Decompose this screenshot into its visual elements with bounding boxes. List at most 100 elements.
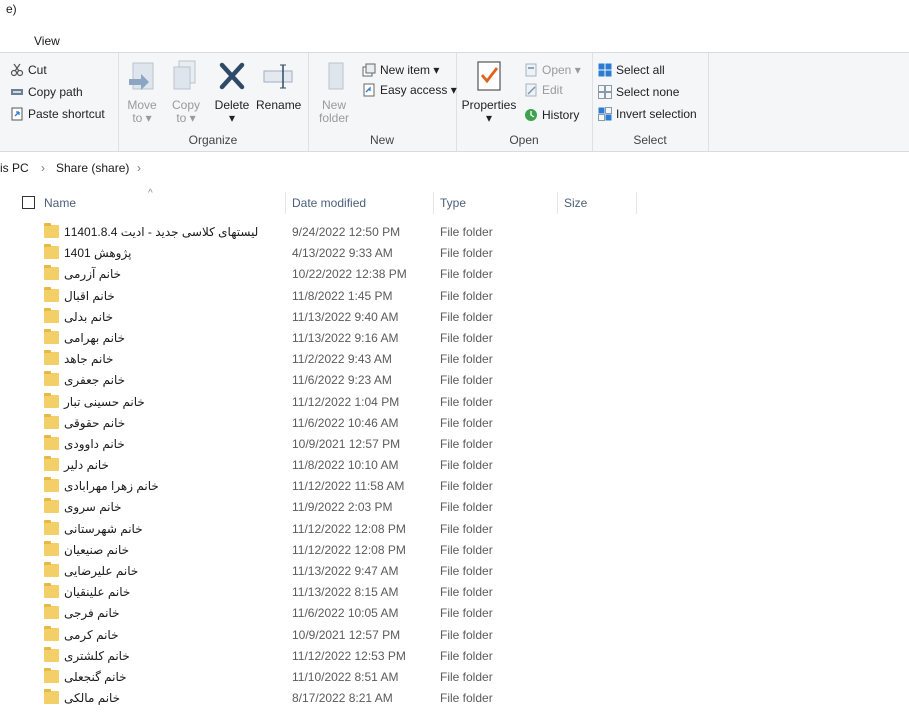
file-row[interactable]: خانم حسینی تبار 11/12/2022 1:04 PM File fo… [0,392,909,413]
file-type: File folder [440,267,493,282]
file-row[interactable]: خانم جاهد 11/2/2022 9:43 AM File folder [0,349,909,370]
file-row[interactable]: خانم گنجعلی 11/10/2022 8:51 AM File folder [0,667,909,688]
file-row[interactable]: خانم آزرمی 10/22/2022 12:38 PM File folder [0,264,909,285]
file-name: خانم زهرا مهرابادی [64,479,159,494]
paste-shortcut-icon [10,107,24,121]
file-row[interactable]: خانم صنیعیان 11/12/2022 12:08 PM File fold… [0,540,909,561]
file-date-modified: 11/13/2022 9:16 AM [292,330,399,345]
column-divider[interactable] [636,192,637,214]
file-row[interactable]: خانم علینقیان 11/13/2022 8:15 AM File fold… [0,582,909,603]
rename-label: Rename [256,98,302,112]
new-folder-icon [317,57,351,95]
column-size[interactable]: Size [564,196,587,210]
delete-button[interactable]: Delete ▾ [210,57,254,125]
breadcrumb-separator[interactable]: › [41,161,45,175]
cut-button[interactable]: Cut [10,61,47,79]
paste-shortcut-button[interactable]: Paste shortcut [10,105,105,123]
copy-path-button[interactable]: Copy path [10,83,83,101]
folder-icon [44,583,59,599]
folder-icon [44,498,59,514]
file-row[interactable]: خانم حقوقی 11/6/2022 10:46 AM File folder [0,413,909,434]
file-row[interactable]: 1لیستهای کلاسی جدید - ادیت 1401.8.4 9/24/… [0,222,909,243]
address-bar[interactable]: is PC › Share (share) › [0,158,909,178]
file-date-modified: 11/13/2022 9:47 AM [292,564,399,578]
breadcrumb-share[interactable]: Share (share) [56,161,129,175]
new-folder-button[interactable]: New folder [312,57,356,125]
file-name: خانم حسینی تبار [64,394,145,409]
rename-button[interactable]: Rename [256,57,302,112]
file-row[interactable]: خانم کرمی 10/9/2021 12:57 PM File folder [0,625,909,646]
file-row[interactable]: خانم دلیر 11/8/2022 10:10 AM File folder [0,455,909,476]
file-date-modified: 8/17/2022 8:21 AM [292,691,393,706]
open-button[interactable]: Open ▾ [524,61,581,79]
move-to-line2: to ▾ [132,111,152,125]
group-new: New folder New item ▾ Easy access ▾ New [308,53,457,151]
file-row[interactable]: خانم اقبال 11/8/2022 1:45 PM File folder [0,286,909,307]
folder-icon [44,328,59,344]
tab-view[interactable]: View [34,34,60,48]
file-type: File folder [440,225,493,239]
file-date-modified: 10/22/2022 12:38 PM [292,267,407,282]
select-all-button[interactable]: Select all [598,61,665,79]
column-divider[interactable] [433,192,434,214]
file-type: File folder [440,309,493,324]
copy-to-button[interactable]: Copy to ▾ [164,57,208,125]
file-row[interactable]: خانم بدلی 11/13/2022 9:40 AM File folder [0,307,909,328]
file-row[interactable]: خانم سروی 11/9/2022 2:03 PM File folder [0,497,909,518]
file-name: خانم فرجی [64,606,120,621]
file-name: خانم آزرمی [64,267,122,282]
file-row[interactable]: خانم کلشتری 11/12/2022 12:53 PM File folde… [0,646,909,667]
file-name: خانم داوودی [64,436,125,451]
column-divider[interactable] [285,192,286,214]
file-date-modified: 11/12/2022 12:53 PM [292,648,406,663]
history-button[interactable]: History [524,106,579,124]
file-row[interactable]: پژوهش 1401 4/13/2022 9:33 AM File folder [0,243,909,264]
select-none-button[interactable]: Select none [598,83,679,101]
ribbon: Cut Copy path Paste shortcut Move to ▾ C… [0,52,909,152]
file-row[interactable]: خانم زهرا مهرابادی 11/12/2022 11:58 AM Fil… [0,476,909,497]
new-item-button[interactable]: New item ▾ [362,61,439,79]
breadcrumb-this-pc[interactable]: is PC [0,161,29,175]
new-group-label: New [369,133,394,147]
file-name: خانم دلیر [64,458,109,473]
properties-button[interactable]: Properties ▾ [458,57,520,125]
select-all-icon [598,63,612,77]
column-type[interactable]: Type [440,196,466,210]
file-name: خانم اقبال [64,288,115,303]
file-date-modified: 11/6/2022 9:23 AM [292,373,392,388]
file-date-modified: 11/12/2022 11:58 AM [292,479,405,494]
organize-group-label: Organize [188,133,238,147]
invert-selection-button[interactable]: Invert selection [598,105,697,123]
easy-access-button[interactable]: Easy access ▾ [362,81,457,99]
file-row[interactable]: خانم شهرستانی 11/12/2022 12:08 PM File fol… [0,519,909,540]
column-header: ^ Name Date modified Type Size [0,188,909,216]
file-type: File folder [440,394,493,409]
file-row[interactable]: خانم داوودی 10/9/2021 12:57 PM File folder [0,434,909,455]
file-name: خانم بهرامی [64,330,125,345]
column-divider[interactable] [557,192,558,214]
edit-button[interactable]: Edit [524,81,563,99]
history-icon [524,108,538,122]
new-folder-line2: folder [318,111,350,125]
file-type: File folder [440,500,493,515]
file-type: File folder [440,564,493,578]
folder-icon [44,625,59,641]
select-none-icon [598,85,612,99]
file-type: File folder [440,669,493,684]
folder-icon [44,689,59,705]
file-row[interactable]: خانم فرجی 11/6/2022 10:05 AM File folder [0,603,909,624]
scissors-icon [10,63,24,77]
file-row[interactable]: خانم بهرامی 11/13/2022 9:16 AM File folder [0,328,909,349]
file-row[interactable]: خانم علیرضایی 11/13/2022 9:47 AM File fold… [0,561,909,582]
column-date-modified[interactable]: Date modified [292,196,366,210]
file-date-modified: 9/24/2022 12:50 PM [292,225,401,239]
move-to-button[interactable]: Move to ▾ [120,57,164,125]
file-row[interactable]: خانم مالکی 8/17/2022 8:21 AM File folder [0,688,909,709]
column-name[interactable]: Name [44,196,76,210]
file-date-modified: 11/6/2022 10:46 AM [292,415,399,430]
properties-line2: ▾ [485,111,493,125]
breadcrumb-separator[interactable]: › [137,161,141,175]
file-row[interactable]: خانم جعفری 11/6/2022 9:23 AM File folder [0,370,909,391]
file-date-modified: 10/9/2021 12:57 PM [292,436,401,451]
select-all-checkbox[interactable] [22,196,35,209]
